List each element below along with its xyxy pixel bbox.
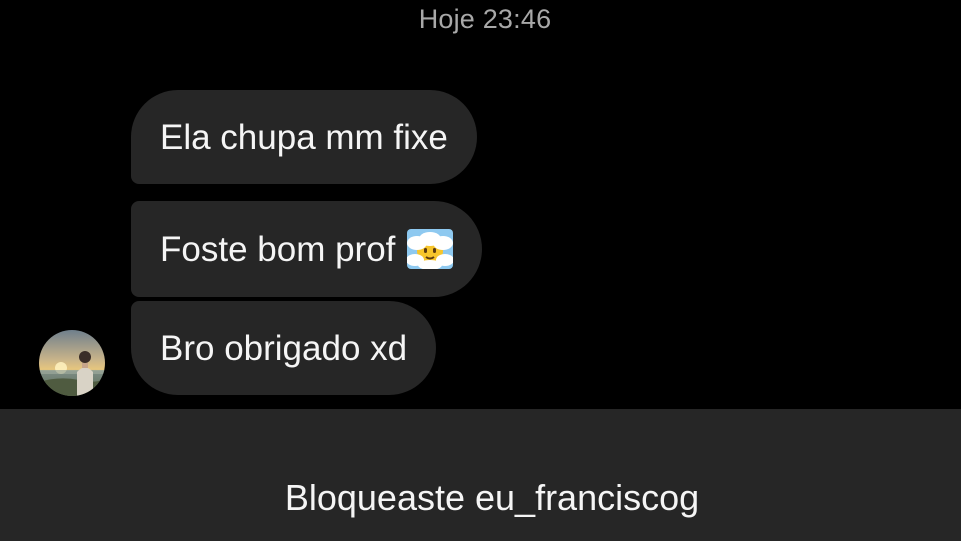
- message-text: Ela chupa mm fixe: [160, 117, 448, 157]
- sender-avatar[interactable]: [39, 330, 105, 396]
- message-bubble[interactable]: Ela chupa mm fixe: [131, 90, 477, 184]
- message-bubble[interactable]: Bro obrigado xd: [131, 301, 437, 395]
- message-bubble[interactable]: Foste bom prof: [131, 201, 483, 297]
- blocked-status-text: Bloqueaste eu_franciscog: [284, 477, 700, 518]
- message-timestamp: Hoje 23:46: [418, 4, 552, 34]
- face-in-clouds-emoji-icon: [406, 229, 455, 270]
- avatar-photo-icon: [39, 330, 105, 396]
- message-text: Foste bom prof: [160, 229, 396, 269]
- message-text: Bro obrigado xd: [160, 328, 408, 368]
- chat-screen: Hoje 23:46 Ela chupa mm fixe Foste bom p…: [0, 0, 961, 541]
- blocked-banner: Bloqueaste eu_franciscog: [0, 409, 961, 541]
